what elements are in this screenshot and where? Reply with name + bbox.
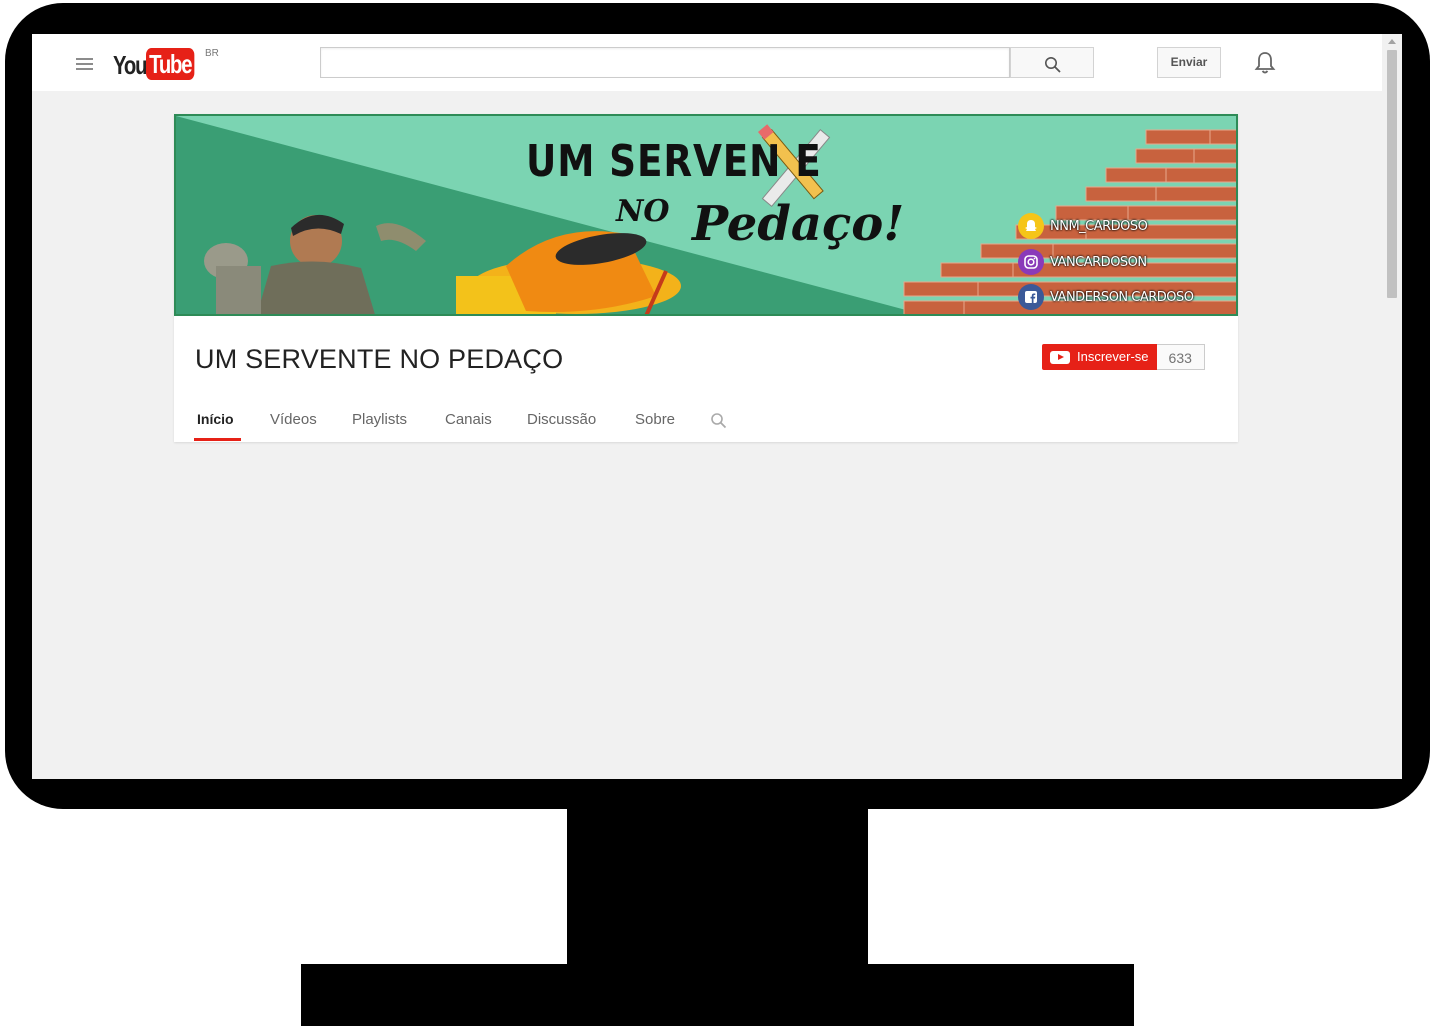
channel-banner: UM SERVEN E NO Pedaço! NNM_CARDOSO VANCA… (174, 114, 1238, 316)
social-snapchat: NNM_CARDOSO (1018, 213, 1148, 239)
search-button[interactable] (1010, 47, 1094, 78)
subscriber-count: 633 (1156, 344, 1205, 370)
hamburger-menu-icon[interactable] (76, 58, 93, 70)
youtube-play-icon (1050, 350, 1070, 364)
logo-tube-text: Tube (146, 48, 195, 80)
tab-canais[interactable]: Canais (445, 411, 492, 428)
subscribe-button[interactable]: Inscrever-se (1042, 344, 1157, 370)
instagram-handle: VANCARDOSON (1050, 254, 1147, 270)
logo-region: BR (205, 48, 219, 59)
logo-you-text: You (113, 50, 147, 80)
ghost-icon (1018, 213, 1044, 239)
monitor-stand-neck (567, 800, 868, 970)
browser-screen: You Tube BR Enviar UM SERVEN E NO Pedaço… (32, 34, 1402, 779)
banner-title-pedaco: Pedaço! (692, 196, 905, 252)
social-facebook: VANDERSON CARDOSO (1018, 284, 1194, 310)
notifications-bell-icon[interactable] (1254, 51, 1276, 80)
masthead: You Tube BR Enviar (32, 34, 1382, 91)
facebook-handle: VANDERSON CARDOSO (1050, 289, 1194, 305)
active-tab-indicator (194, 438, 241, 441)
tab-inicio[interactable]: Início (197, 411, 234, 427)
scroll-up-arrow-icon[interactable] (1388, 39, 1396, 44)
banner-title-no: NO (616, 194, 670, 229)
channel-title: UM SERVENTE NO PEDAÇO (195, 344, 564, 374)
snapchat-handle: NNM_CARDOSO (1050, 218, 1148, 234)
upload-button[interactable]: Enviar (1157, 47, 1221, 78)
subscribe-group: Inscrever-se 633 (1042, 344, 1205, 370)
social-instagram: VANCARDOSON (1018, 249, 1147, 275)
channel-search-icon[interactable] (710, 412, 728, 435)
tab-playlists[interactable]: Playlists (352, 411, 407, 428)
tab-discussao[interactable]: Discussão (527, 411, 596, 428)
instagram-icon (1018, 249, 1044, 275)
tab-sobre[interactable]: Sobre (635, 411, 675, 428)
tab-videos[interactable]: Vídeos (270, 411, 317, 428)
facebook-icon (1018, 284, 1044, 310)
search-input[interactable] (320, 47, 1010, 78)
banner-title: UM SERVEN E (526, 136, 822, 187)
search-icon (1045, 57, 1061, 73)
monitor-stand-base (301, 964, 1134, 1026)
scroll-thumb[interactable] (1387, 50, 1397, 298)
channel-header: UM SERVEN E NO Pedaço! NNM_CARDOSO VANCA… (174, 114, 1238, 442)
subscribe-label: Inscrever-se (1077, 349, 1149, 364)
page-scrollbar[interactable] (1382, 34, 1402, 454)
